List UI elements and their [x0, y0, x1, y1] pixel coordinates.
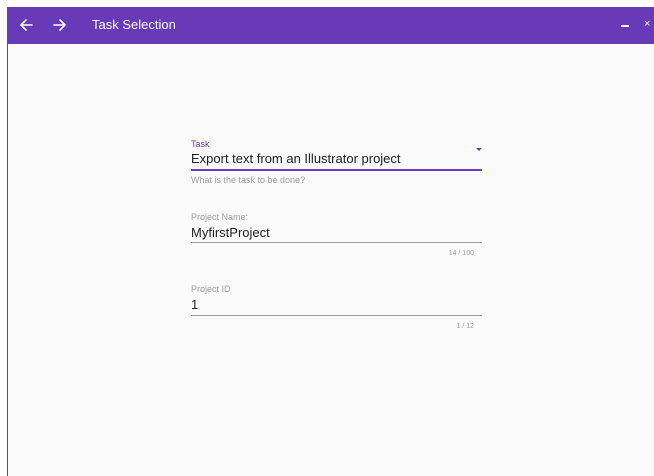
task-label: Task [191, 139, 210, 149]
task-value[interactable]: Export text from an Illustrator project [191, 151, 401, 167]
caret-down-icon[interactable] [476, 148, 482, 151]
minimize-button[interactable] [620, 19, 632, 31]
window-title: Task Selection [92, 17, 176, 32]
task-underline [191, 169, 482, 171]
title-bar: Task Selection × [8, 7, 654, 44]
task-hint: What is the task to be done? [191, 175, 306, 185]
task-dropdown[interactable]: Task Export text from an Illustrator pro… [191, 139, 482, 191]
project-id-input[interactable]: 1 [191, 297, 198, 313]
forward-button[interactable] [50, 15, 70, 35]
project-name-counter: 14 / 100 [448, 250, 474, 257]
project-name-underline [191, 242, 482, 243]
project-name-input[interactable]: MyfirstProject [191, 225, 270, 241]
arrow-right-icon [53, 19, 66, 31]
back-button[interactable] [16, 15, 36, 35]
project-id-underline [191, 315, 482, 316]
project-name-label: Project Name: [191, 212, 249, 222]
project-id-counter: 1 / 12 [456, 323, 474, 330]
project-name-field[interactable]: Project Name: MyfirstProject 14 / 100 [191, 212, 482, 264]
app-window: Task Selection × Task Export text from a… [7, 7, 654, 476]
project-id-label: Project ID [191, 284, 231, 294]
arrow-left-icon [20, 19, 33, 31]
close-icon: × [644, 18, 651, 30]
project-id-field[interactable]: Project ID 1 1 / 12 [191, 284, 482, 336]
close-button[interactable]: × [644, 17, 654, 31]
